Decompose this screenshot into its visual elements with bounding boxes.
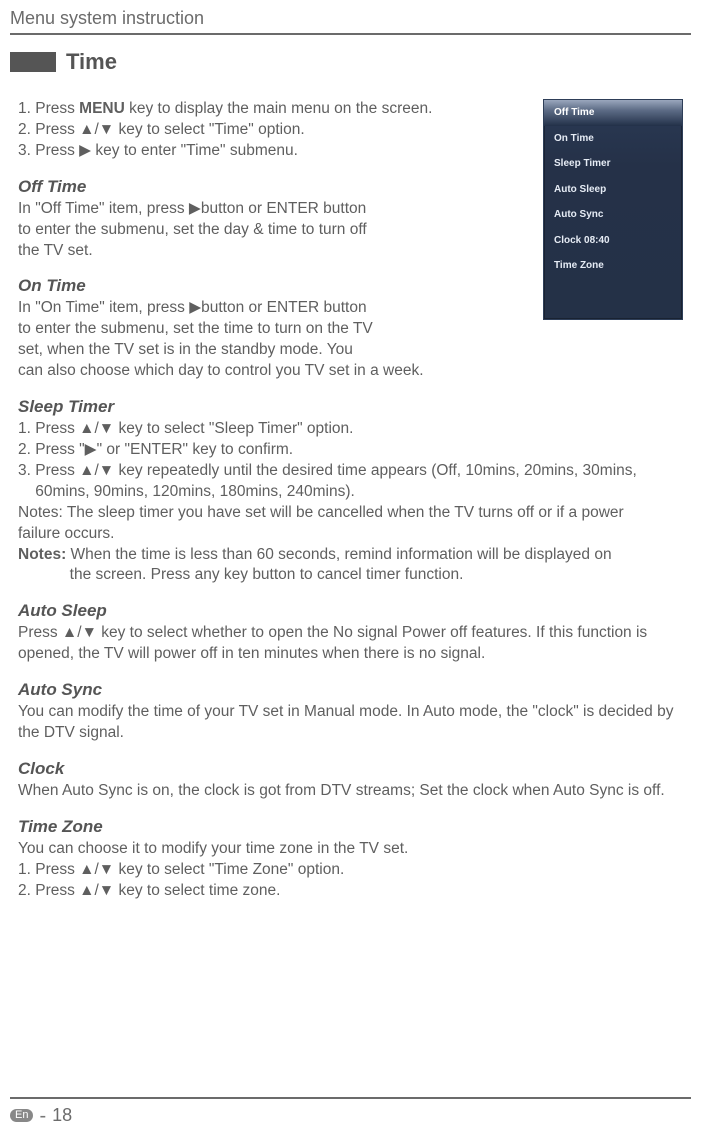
page-header-title: Menu system instruction bbox=[10, 8, 691, 29]
off-time-p1: In "Off Time" item, press ▶button or ENT… bbox=[18, 199, 538, 220]
sleep-timer-notes2-bold: Notes: bbox=[18, 546, 66, 563]
sleep-timer-p4b: failure occurs. bbox=[18, 524, 691, 545]
on-time-heading: On Time bbox=[18, 275, 538, 298]
header-divider bbox=[10, 33, 691, 35]
sleep-timer-p4a: Notes: The sleep timer you have set will… bbox=[18, 503, 691, 524]
footer-lang-badge: En bbox=[10, 1109, 33, 1122]
sleep-timer-p3b: 60mins, 90mins, 120mins, 180mins, 240min… bbox=[18, 482, 691, 503]
auto-sleep-heading: Auto Sleep bbox=[18, 600, 691, 623]
section-title: Time bbox=[66, 49, 117, 75]
osd-item-time-zone: Time Zone bbox=[544, 253, 682, 279]
off-time-p2: to enter the submenu, set the day & time… bbox=[18, 220, 538, 241]
sleep-timer-notes2-a: When the time is less than 60 seconds, r… bbox=[66, 546, 611, 563]
osd-item-auto-sync: Auto Sync bbox=[544, 202, 682, 228]
intro-line-1-suffix: key to display the main menu on the scre… bbox=[125, 100, 433, 117]
sleep-timer-p3a: 3. Press ▲/▼ key repeatedly until the de… bbox=[18, 461, 691, 482]
sleep-timer-p2: 2. Press "▶" or "ENTER" key to confirm. bbox=[18, 440, 691, 461]
footer-page-number: 18 bbox=[52, 1105, 72, 1126]
off-time-heading: Off Time bbox=[18, 176, 538, 199]
osd-item-auto-sleep: Auto Sleep bbox=[544, 177, 682, 203]
osd-item-sleep-timer: Sleep Timer bbox=[544, 151, 682, 177]
intro-line-1: 1. Press MENU key to display the main me… bbox=[18, 99, 538, 120]
auto-sync-p1: You can modify the time of your TV set i… bbox=[18, 702, 691, 744]
time-zone-p1: You can choose it to modify your time zo… bbox=[18, 839, 691, 860]
intro-line-3: 3. Press ▶ key to enter "Time" submenu. bbox=[18, 141, 538, 162]
auto-sleep-p1: Press ▲/▼ key to select whether to open … bbox=[18, 623, 691, 665]
clock-p1: When Auto Sync is on, the clock is got f… bbox=[18, 781, 691, 802]
sleep-timer-notes2: Notes: When the time is less than 60 sec… bbox=[18, 545, 691, 566]
sleep-timer-heading: Sleep Timer bbox=[18, 396, 691, 419]
osd-item-off-time: Off Time bbox=[544, 100, 682, 126]
time-zone-heading: Time Zone bbox=[18, 816, 691, 839]
auto-sync-heading: Auto Sync bbox=[18, 679, 691, 702]
clock-heading: Clock bbox=[18, 758, 691, 781]
section-bar bbox=[10, 52, 56, 72]
footer-divider bbox=[10, 1097, 691, 1099]
on-time-p4: can also choose which day to control you… bbox=[18, 361, 538, 382]
osd-item-clock: Clock 08:40 bbox=[544, 228, 682, 254]
osd-menu-preview: Off Time On Time Sleep Timer Auto Sleep … bbox=[543, 99, 683, 320]
intro-line-2: 2. Press ▲/▼ key to select "Time" option… bbox=[18, 120, 538, 141]
footer-dash: - bbox=[39, 1106, 46, 1126]
osd-item-on-time: On Time bbox=[544, 126, 682, 152]
intro-line-1-prefix: 1. Press bbox=[18, 100, 79, 117]
intro-line-1-bold: MENU bbox=[79, 100, 125, 117]
sleep-timer-p1: 1. Press ▲/▼ key to select "Sleep Timer"… bbox=[18, 419, 691, 440]
on-time-p1: In "On Time" item, press ▶button or ENTE… bbox=[18, 298, 538, 319]
on-time-p2: to enter the submenu, set the time to tu… bbox=[18, 319, 538, 340]
time-zone-p2: 1. Press ▲/▼ key to select "Time Zone" o… bbox=[18, 860, 691, 881]
on-time-p3: set, when the TV set is in the standby m… bbox=[18, 340, 538, 361]
time-zone-p3: 2. Press ▲/▼ key to select time zone. bbox=[18, 881, 691, 902]
off-time-p3: the TV set. bbox=[18, 241, 538, 262]
sleep-timer-notes2-b: the screen. Press any key button to canc… bbox=[18, 565, 691, 586]
